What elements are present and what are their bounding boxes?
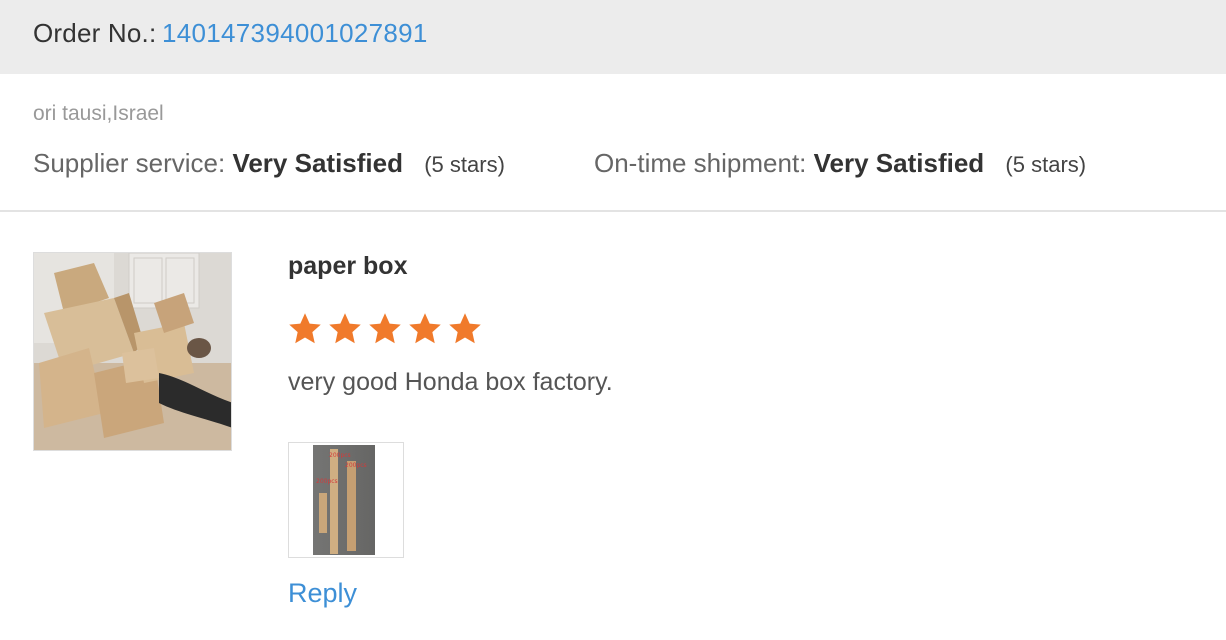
- photo-label: 200pcs: [329, 452, 351, 459]
- rating-value: Very Satisfied: [232, 148, 403, 178]
- star-icon: [329, 313, 361, 344]
- rating-stars-text: (5 stars): [1005, 152, 1087, 177]
- review-photo[interactable]: 200pcs 200pcs 200pcs: [288, 442, 404, 558]
- star-icon: [409, 313, 441, 344]
- on-time-shipment-rating: On-time shipment: Very Satisfied (5 star…: [594, 148, 1086, 179]
- supplier-service-rating: Supplier service: Very Satisfied (5 star…: [33, 148, 505, 179]
- rating-value: Very Satisfied: [813, 148, 985, 178]
- product-title: paper box: [288, 252, 408, 280]
- buyer-name-location: ori tausi,Israel: [33, 102, 164, 125]
- review-text: very good Honda box factory.: [288, 368, 613, 396]
- review-photo-image: 200pcs 200pcs 200pcs: [313, 445, 375, 555]
- star-icon: [369, 313, 401, 344]
- photo-label: 200pcs: [345, 462, 367, 469]
- product-thumbnail[interactable]: [33, 252, 232, 451]
- rating-stars-text: (5 stars): [424, 152, 505, 177]
- order-number-link[interactable]: 140147394001027891: [162, 18, 428, 49]
- star-icon: [289, 313, 321, 344]
- product-image: [34, 253, 231, 450]
- section-divider: [0, 210, 1226, 212]
- rating-label: Supplier service:: [33, 148, 226, 178]
- order-number-label: Order No.:: [33, 18, 157, 48]
- order-header-bar: Order No.: 140147394001027891: [0, 0, 1226, 74]
- reply-link[interactable]: Reply: [288, 578, 357, 609]
- rating-label: On-time shipment:: [594, 148, 807, 178]
- review-star-rating: [287, 311, 483, 347]
- photo-label: 200pcs: [316, 478, 338, 485]
- star-icon: [449, 313, 481, 344]
